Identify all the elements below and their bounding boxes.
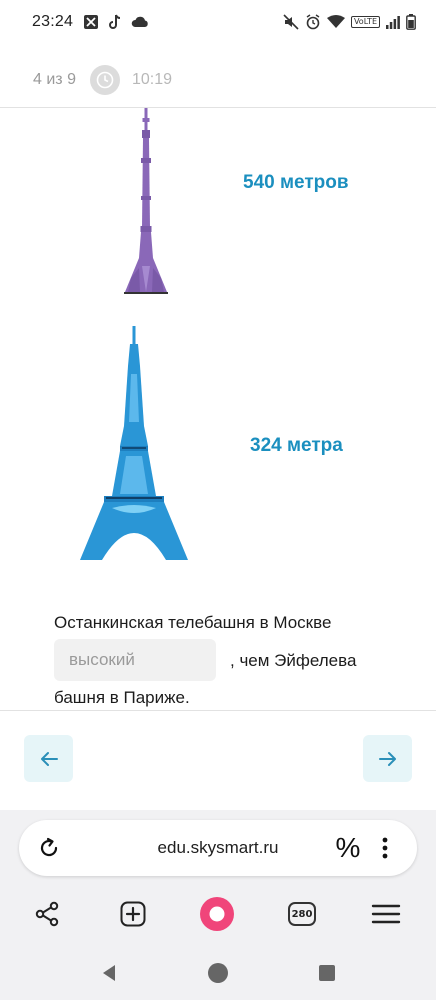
discount-button[interactable]: % bbox=[331, 830, 365, 866]
eiffel-tower-image bbox=[80, 326, 188, 560]
tabs-button[interactable]: 280 bbox=[284, 896, 320, 932]
lesson-header: 4 из 9 10:19 bbox=[0, 52, 436, 108]
home-icon bbox=[208, 963, 228, 983]
recents-icon bbox=[319, 965, 335, 981]
content-divider bbox=[0, 710, 436, 711]
more-options-button[interactable] bbox=[375, 832, 395, 864]
tabs-icon: 280 bbox=[288, 902, 316, 926]
wifi-icon bbox=[326, 15, 345, 29]
address-bar[interactable]: edu.skysmart.ru % bbox=[19, 820, 417, 876]
notification-icon bbox=[83, 14, 99, 30]
browser-toolbar: 280 bbox=[0, 888, 436, 940]
volte-icon: VoLTE bbox=[350, 16, 380, 28]
share-icon bbox=[35, 901, 59, 927]
mute-icon bbox=[283, 14, 299, 30]
timer-value: 10:19 bbox=[131, 70, 173, 88]
new-tab-button[interactable] bbox=[115, 896, 151, 932]
more-vertical-icon bbox=[382, 837, 388, 859]
status-left-icons bbox=[83, 14, 149, 30]
menu-button[interactable] bbox=[368, 896, 404, 932]
battery-icon bbox=[406, 14, 416, 30]
timer-clock-icon bbox=[89, 64, 120, 95]
arrow-right-icon bbox=[378, 751, 396, 766]
alice-icon bbox=[200, 897, 234, 931]
question-line-1: Останкинская телебашня в Москве bbox=[54, 613, 332, 632]
ostankino-tower-image bbox=[124, 108, 168, 294]
arrow-left-icon bbox=[40, 751, 58, 766]
status-bar: 23:24 VoLTE bbox=[0, 0, 436, 44]
reload-icon bbox=[40, 837, 58, 857]
signal-icon bbox=[386, 15, 400, 29]
back-icon bbox=[103, 965, 115, 981]
question-text: Останкинская телебашня в Москве , чем Эй… bbox=[54, 606, 404, 714]
status-right-icons: VoLTE bbox=[283, 14, 416, 30]
share-button[interactable] bbox=[29, 896, 65, 932]
answer-input[interactable] bbox=[54, 639, 216, 681]
ostankino-height-label: 540 метров bbox=[243, 172, 349, 193]
status-time: 23:24 bbox=[32, 13, 74, 30]
question-line-2-text: , чем Эйфелева bbox=[230, 650, 357, 670]
question-line-2: , чем Эйфелева bbox=[54, 639, 404, 681]
reload-button[interactable] bbox=[33, 832, 65, 864]
system-navigation-bar bbox=[0, 945, 436, 1000]
eiffel-height-label: 324 метра bbox=[250, 435, 343, 456]
previous-task-button[interactable] bbox=[24, 735, 73, 782]
recents-button[interactable] bbox=[313, 959, 341, 987]
home-button[interactable] bbox=[204, 959, 232, 987]
cloud-icon bbox=[131, 15, 149, 29]
next-task-button[interactable] bbox=[363, 735, 412, 782]
task-progress: 4 из 9 bbox=[33, 70, 76, 88]
tiktok-icon bbox=[107, 14, 123, 30]
back-button[interactable] bbox=[95, 959, 123, 987]
new-tab-icon bbox=[120, 901, 146, 927]
alice-button[interactable] bbox=[199, 896, 235, 932]
alarm-icon bbox=[305, 14, 321, 30]
menu-icon bbox=[371, 904, 401, 924]
